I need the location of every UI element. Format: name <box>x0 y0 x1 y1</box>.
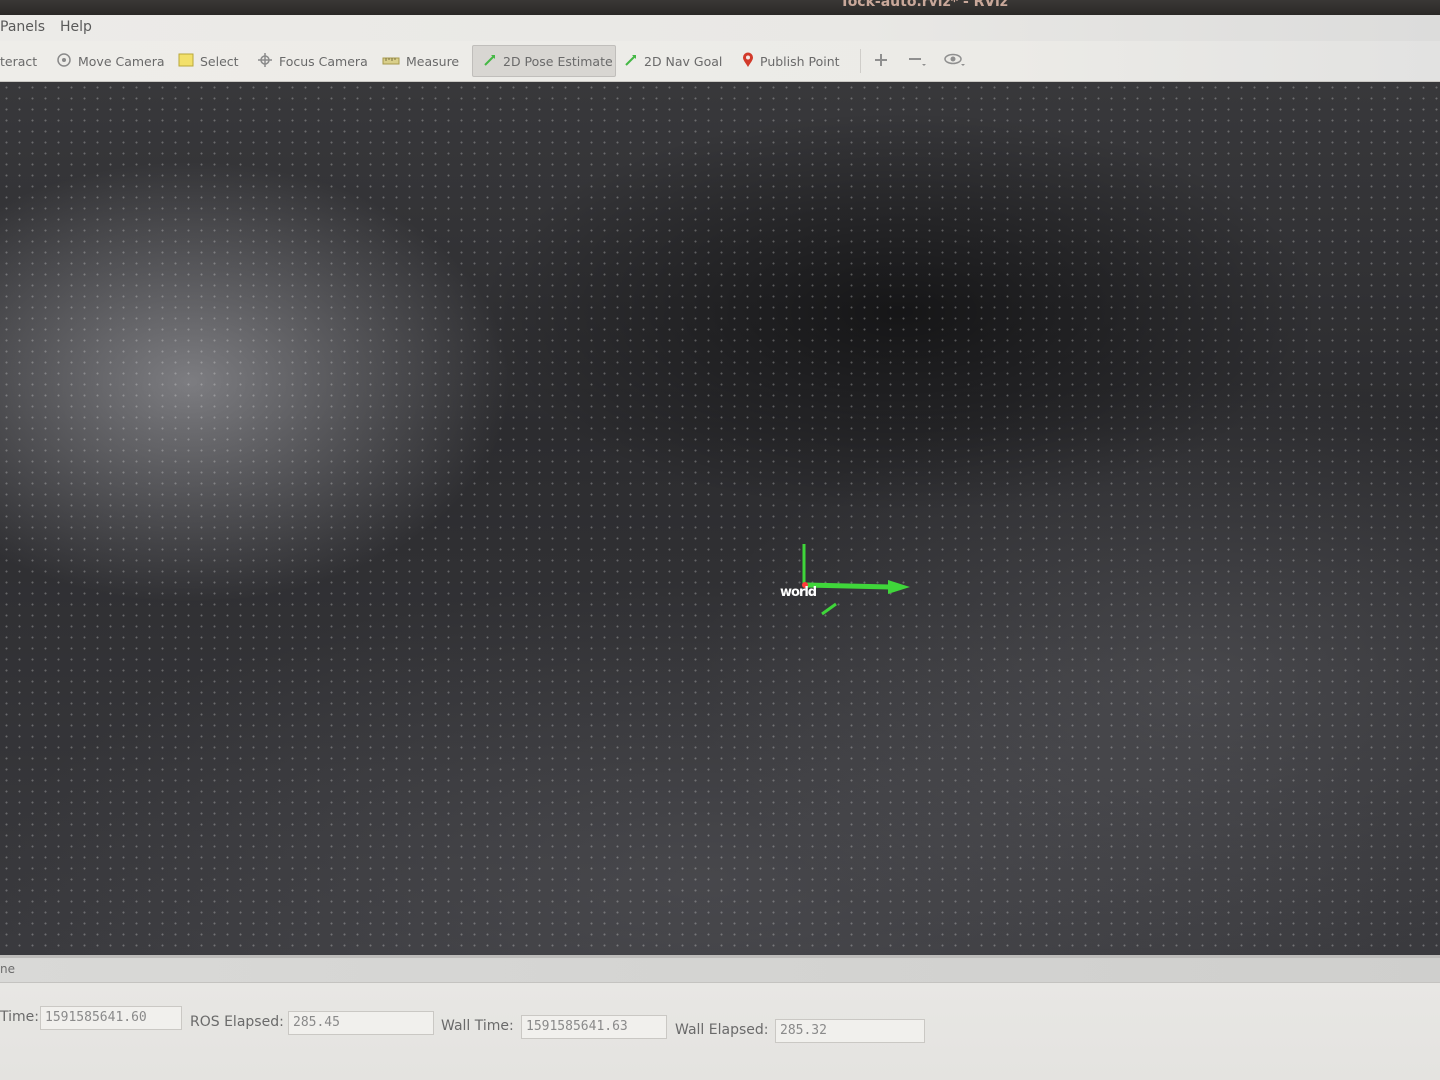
menu-bar: Panels Help <box>0 15 1440 42</box>
axis-x-line <box>805 582 891 590</box>
wall-time-field[interactable]: 1591585641.63 <box>521 1015 667 1039</box>
ros-time-field[interactable]: 1591585641.60 <box>40 1006 182 1030</box>
remove-tool-button[interactable] <box>908 45 926 77</box>
interact-label: teract <box>0 53 38 69</box>
eye-icon <box>944 52 966 71</box>
pose-estimate-tool[interactable]: 2D Pose Estimate <box>472 45 616 77</box>
axis-diag-line <box>821 602 837 616</box>
title-bar: Tock-auto.rviz* - RViz <box>0 0 1440 15</box>
ruler-icon <box>382 54 400 69</box>
ros-time-label: Time: <box>0 1009 39 1025</box>
publish-point-label: Publish Point <box>760 53 840 69</box>
wall-time-label: Wall Time: <box>441 1018 514 1034</box>
world-frame-axes <box>802 544 910 616</box>
view-options-button[interactable] <box>944 45 966 77</box>
nav-goal-arrow-icon <box>624 53 638 70</box>
move-camera-label: Move Camera <box>78 53 165 69</box>
wall-elapsed-field[interactable]: 285.32 <box>775 1019 925 1043</box>
publish-point-tool[interactable]: Publish Point <box>742 45 840 77</box>
measure-tool[interactable]: Measure <box>382 45 459 77</box>
move-camera-icon <box>56 52 72 71</box>
toolbar: teract Move Camera Select Focus Camera M… <box>0 41 1440 82</box>
menu-help[interactable]: Help <box>60 19 92 35</box>
select-label: Select <box>200 53 239 69</box>
wall-elapsed-label: Wall Elapsed: <box>675 1022 769 1038</box>
menu-panels[interactable]: Panels <box>0 19 45 35</box>
time-panel-title: ne <box>0 962 15 976</box>
plus-icon <box>874 53 888 70</box>
map-pin-icon <box>742 52 754 71</box>
time-panel: Time: 1591585641.60 ROS Elapsed: 285.45 … <box>0 983 1440 1080</box>
nav-goal-tool[interactable]: 2D Nav Goal <box>624 45 722 77</box>
focus-camera-icon <box>257 52 273 71</box>
render-viewport[interactable]: world <box>0 82 1440 955</box>
time-panel-header: ne <box>0 958 1440 983</box>
frame-label: world <box>780 585 817 600</box>
select-icon <box>178 53 194 70</box>
add-tool-button[interactable] <box>874 45 888 77</box>
interact-tool[interactable]: teract <box>0 45 37 77</box>
axis-x-arrowhead <box>888 580 910 594</box>
minus-icon <box>908 53 926 70</box>
measure-label: Measure <box>406 53 460 69</box>
select-tool[interactable]: Select <box>178 45 239 77</box>
move-camera-tool[interactable]: Move Camera <box>56 45 165 77</box>
pose-estimate-label: 2D Pose Estimate <box>503 53 613 69</box>
toolbar-separator <box>860 49 861 73</box>
ros-elapsed-field[interactable]: 285.45 <box>288 1011 434 1035</box>
pose-estimate-arrow-icon <box>483 53 497 70</box>
ros-elapsed-label: ROS Elapsed: <box>190 1014 284 1030</box>
focus-camera-tool[interactable]: Focus Camera <box>257 45 368 77</box>
focus-camera-label: Focus Camera <box>279 53 368 69</box>
nav-goal-label: 2D Nav Goal <box>644 53 723 69</box>
window-title: Tock-auto.rviz* - RViz <box>840 0 1008 10</box>
